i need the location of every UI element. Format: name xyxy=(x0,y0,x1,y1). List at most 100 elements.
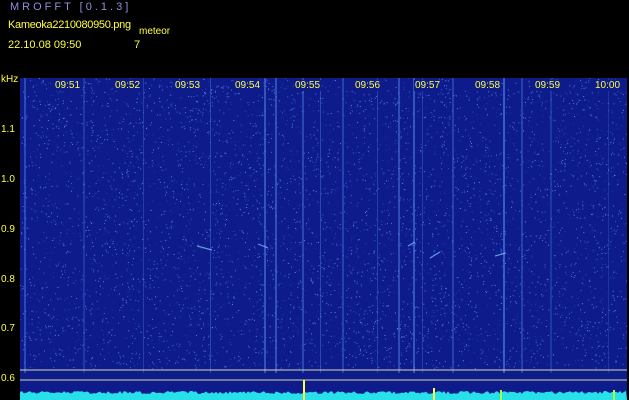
noise-dot xyxy=(426,198,427,200)
noise-dot xyxy=(328,201,330,203)
noise-dot xyxy=(506,308,508,310)
noise-dot xyxy=(36,156,37,158)
noise-dot xyxy=(588,253,590,255)
noise-dot xyxy=(529,337,531,339)
noise-dot xyxy=(252,125,254,127)
noise-dot xyxy=(390,347,392,349)
noise-dot xyxy=(530,92,532,94)
noise-dot xyxy=(409,90,411,92)
noise-dot xyxy=(489,189,491,191)
noise-dot xyxy=(145,82,147,84)
noise-dot xyxy=(194,309,196,310)
noise-dot xyxy=(132,318,134,320)
noise-dot xyxy=(80,239,82,241)
noise-dot xyxy=(150,353,151,355)
noise-dot xyxy=(26,332,28,334)
noise-dot xyxy=(273,114,274,116)
noise-dot xyxy=(335,181,337,183)
noise-dot xyxy=(527,96,529,98)
noise-dot xyxy=(611,112,613,114)
noise-dot xyxy=(332,159,334,161)
noise-dot xyxy=(106,134,108,135)
noise-dot xyxy=(121,177,123,179)
noise-dot xyxy=(104,216,106,218)
noise-dot xyxy=(278,91,280,93)
noise-dot xyxy=(403,250,405,252)
noise-dot xyxy=(261,174,263,176)
noise-dot xyxy=(500,351,502,353)
noise-dot xyxy=(48,314,50,316)
noise-dot xyxy=(357,249,359,250)
noise-dot xyxy=(578,318,580,320)
noise-dot xyxy=(299,244,301,245)
noise-dot xyxy=(78,218,80,220)
noise-dot xyxy=(317,310,319,312)
noise-dot xyxy=(346,290,348,292)
noise-dot xyxy=(592,175,594,177)
noise-dot xyxy=(368,94,370,96)
noise-dot xyxy=(243,207,245,209)
noise-dot xyxy=(531,162,533,164)
noise-dot xyxy=(593,205,595,207)
noise-dot xyxy=(394,336,396,338)
noise-dot xyxy=(75,341,76,343)
noise-dot xyxy=(449,248,451,250)
noise-dot xyxy=(471,257,473,259)
noise-dot xyxy=(168,112,170,114)
noise-dot xyxy=(395,151,397,153)
noise-dot xyxy=(591,346,593,348)
noise-dot xyxy=(600,300,602,302)
noise-dot xyxy=(43,187,45,189)
noise-dot xyxy=(376,311,377,313)
noise-dot xyxy=(39,119,41,121)
noise-dot xyxy=(295,126,297,128)
noise-dot xyxy=(86,137,88,139)
noise-dot xyxy=(218,191,220,193)
noise-dot xyxy=(544,189,546,191)
noise-dot xyxy=(85,82,86,84)
noise-dot xyxy=(371,360,373,361)
noise-dot xyxy=(394,143,396,145)
noise-dot xyxy=(110,88,112,90)
noise-dot xyxy=(534,328,536,330)
noise-dot xyxy=(261,284,263,286)
noise-dot xyxy=(327,275,329,277)
noise-dot xyxy=(431,136,433,138)
noise-dot xyxy=(501,250,503,252)
noise-dot xyxy=(145,162,147,164)
noise-dot xyxy=(33,311,35,313)
noise-dot xyxy=(95,365,96,367)
noise-dot xyxy=(566,139,568,141)
noise-dot xyxy=(336,265,338,267)
noise-dot xyxy=(262,152,264,154)
noise-dot xyxy=(283,259,285,261)
noise-dot xyxy=(105,249,107,251)
noise-dot xyxy=(492,92,494,93)
noise-dot xyxy=(76,332,78,334)
noise-dot xyxy=(581,85,583,87)
noise-dot xyxy=(187,220,189,222)
noise-dot xyxy=(408,248,410,250)
noise-dot xyxy=(431,321,433,322)
noise-dot xyxy=(219,125,221,127)
noise-dot xyxy=(387,367,389,369)
noise-dot xyxy=(160,251,162,253)
noise-dot xyxy=(381,168,383,170)
noise-dot xyxy=(216,189,218,190)
noise-dot xyxy=(403,157,405,159)
noise-dot xyxy=(626,163,627,165)
noise-dot xyxy=(299,220,301,222)
noise-dot xyxy=(566,93,568,95)
noise-dot xyxy=(590,204,592,205)
noise-dot xyxy=(497,338,499,340)
noise-dot xyxy=(196,207,198,209)
noise-dot xyxy=(513,128,515,130)
noise-dot xyxy=(510,356,512,358)
noise-dot xyxy=(131,353,133,355)
noise-dot xyxy=(161,367,163,369)
noise-dot xyxy=(531,208,533,210)
noise-dot xyxy=(440,136,442,138)
noise-dot xyxy=(574,275,576,277)
noise-dot xyxy=(385,356,387,358)
noise-dot xyxy=(41,361,42,363)
